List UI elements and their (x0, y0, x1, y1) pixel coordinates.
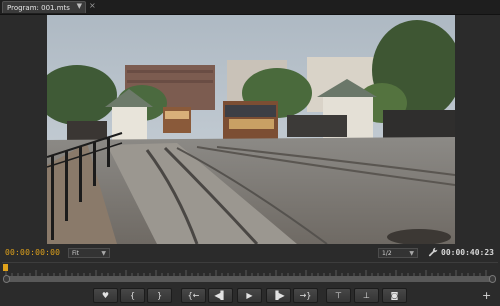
zoom-scrollbar[interactable] (6, 276, 494, 282)
tab-program-monitor[interactable]: Program: 001.mts ▼ (2, 1, 86, 13)
zoom-level-dropdown[interactable]: Fit ▼ (68, 248, 110, 258)
lift-icon: ⊤ (335, 290, 342, 300)
mark-out-icon: } (156, 290, 163, 300)
add-marker-button[interactable]: ♥ (93, 288, 118, 303)
marker-icon: ♥ (101, 290, 110, 300)
playback-resolution-dropdown[interactable]: 1/2 ▼ (378, 248, 418, 258)
zoom-level-value: Fit (72, 250, 80, 257)
extract-button[interactable]: ⊥ (354, 288, 379, 303)
chevron-down-icon: ▼ (409, 250, 414, 257)
settings-wrench-icon[interactable] (428, 247, 438, 257)
duration-timecode: 00:00:40:23 (441, 248, 494, 257)
lift-button[interactable]: ⊤ (326, 288, 351, 303)
scrollbar-left-handle[interactable] (3, 275, 10, 283)
step-back-button[interactable]: ◀▌ (208, 288, 233, 303)
go-to-out-icon: →} (299, 290, 312, 300)
add-button-plus-icon[interactable]: + (482, 289, 491, 302)
mark-in-icon: { (129, 290, 136, 300)
extract-icon: ⊥ (363, 290, 370, 300)
playhead[interactable] (3, 264, 8, 271)
panel-titlebar: Program: 001.mts ▼ × (0, 0, 500, 15)
time-ruler[interactable] (2, 262, 498, 277)
transport-controls: ♥ { } {← ◀▌ ▶ ▐▶ →} ⊤ ⊥ ◙ (0, 286, 500, 306)
program-monitor-video[interactable] (47, 15, 455, 244)
chevron-down-icon: ▼ (101, 250, 106, 257)
step-back-icon: ◀▌ (214, 290, 227, 300)
tab-label: Program: 001.mts (7, 3, 70, 12)
mark-out-button[interactable]: } (147, 288, 172, 303)
play-button[interactable]: ▶ (237, 288, 262, 303)
close-icon[interactable]: × (89, 1, 96, 10)
scrollbar-right-handle[interactable] (489, 275, 496, 283)
video-frame-image (47, 15, 455, 244)
tab-menu-chevron-icon[interactable]: ▼ (77, 2, 82, 10)
play-icon: ▶ (246, 290, 253, 300)
step-forward-icon: ▐▶ (272, 290, 285, 300)
mark-in-button[interactable]: { (120, 288, 145, 303)
export-frame-button[interactable]: ◙ (382, 288, 407, 303)
go-to-out-button[interactable]: →} (293, 288, 318, 303)
resolution-value: 1/2 (382, 250, 392, 257)
go-to-in-icon: {← (187, 290, 200, 300)
current-timecode[interactable]: 00:00:00:00 (5, 248, 60, 257)
go-to-in-button[interactable]: {← (181, 288, 206, 303)
camera-icon: ◙ (390, 290, 399, 300)
step-forward-button[interactable]: ▐▶ (266, 288, 291, 303)
